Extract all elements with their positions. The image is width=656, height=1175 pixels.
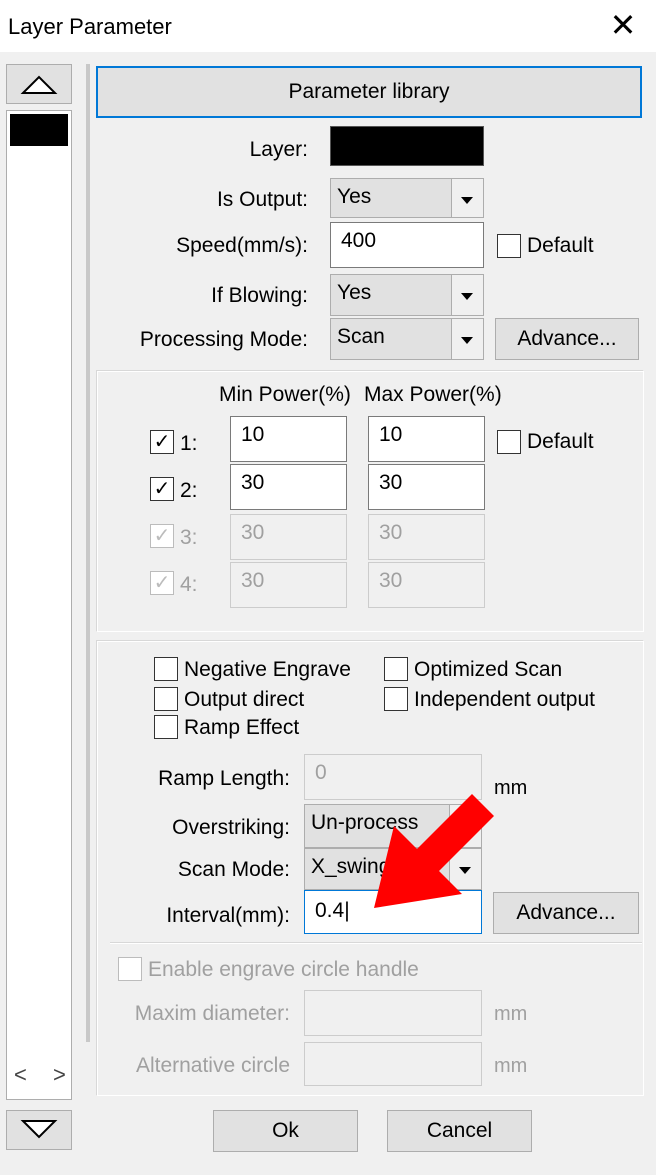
overstriking-label: Overstriking: — [172, 816, 290, 839]
alternative-circle-label: Alternative circle — [135, 1054, 290, 1077]
power-row-4-checkbox[interactable]: ✓ — [150, 571, 174, 595]
power-row-4-label: 4: — [180, 573, 198, 596]
chevron-down-icon[interactable] — [452, 178, 484, 218]
is-output-value: Yes — [330, 178, 452, 218]
scroll-down-button[interactable] — [6, 1110, 72, 1150]
alternative-circle-input[interactable] — [304, 1042, 482, 1086]
sidebar-scrollbar[interactable] — [86, 64, 90, 1042]
processing-mode-label: Processing Mode: — [139, 328, 308, 351]
interval-value: 0.4 — [315, 899, 345, 922]
speed-default-checkbox[interactable] — [497, 234, 521, 258]
horizontal-scroll-arrows[interactable]: < > — [14, 1062, 76, 1088]
ramp-effect-label: Ramp Effect — [184, 716, 300, 739]
power-row-1-checkbox[interactable]: ✓ — [150, 430, 174, 454]
interval-advance-label: Advance... — [516, 901, 616, 924]
output-direct-checkbox[interactable] — [154, 687, 178, 711]
maxim-diameter-label: Maxim diameter: — [134, 1002, 290, 1025]
maxim-diameter-unit: mm — [494, 1003, 528, 1025]
power-row-3-checkbox[interactable]: ✓ — [150, 524, 174, 548]
speed-default-label: Default — [527, 234, 594, 257]
section-divider — [110, 942, 642, 944]
layer-color-swatch[interactable] — [330, 126, 484, 166]
power-row-2-label: 2: — [180, 479, 198, 502]
processing-mode-select[interactable]: Scan — [330, 318, 484, 360]
scroll-up-button[interactable] — [6, 64, 72, 104]
power-row-3-max-input[interactable]: 30 — [368, 514, 485, 560]
layer-list[interactable] — [6, 110, 72, 1100]
speed-input[interactable]: 400 — [330, 222, 484, 268]
processing-advance-button[interactable]: Advance... — [495, 318, 639, 360]
close-icon[interactable]: ✕ — [608, 8, 638, 42]
power-row-1-min-input[interactable]: 10 — [230, 416, 347, 462]
optimized-scan-checkbox[interactable] — [384, 657, 408, 681]
negative-engrave-checkbox[interactable] — [154, 657, 178, 681]
chevron-down-icon[interactable] — [452, 274, 484, 316]
triangle-down-icon — [20, 1120, 58, 1139]
power-row-2-max-input[interactable]: 30 — [368, 464, 485, 510]
processing-mode-value: Scan — [330, 318, 452, 360]
if-blowing-value: Yes — [330, 274, 452, 316]
scan-mode-label: Scan Mode: — [177, 858, 290, 881]
cancel-label: Cancel — [426, 1119, 493, 1142]
window-title: Layer Parameter — [8, 14, 172, 39]
triangle-up-icon — [20, 75, 58, 94]
ramp-effect-checkbox[interactable] — [154, 715, 178, 739]
independent-output-checkbox[interactable] — [384, 687, 408, 711]
output-direct-label: Output direct — [184, 688, 305, 711]
ok-button[interactable]: Ok — [213, 1110, 358, 1152]
chevron-down-icon[interactable] — [452, 318, 484, 360]
power-default-checkbox[interactable] — [497, 430, 521, 454]
parameter-library-label: Parameter library — [288, 80, 450, 103]
independent-output-label: Independent output — [414, 688, 596, 711]
alternative-circle-unit: mm — [494, 1055, 528, 1077]
ramp-length-label: Ramp Length: — [158, 767, 290, 790]
engrave-circle-label: Enable engrave circle handle — [148, 958, 419, 981]
power-row-1-max-input[interactable]: 10 — [368, 416, 485, 462]
optimized-scan-label: Optimized Scan — [414, 658, 563, 681]
red-arrow-annotation-icon — [374, 794, 494, 908]
maxim-diameter-input[interactable] — [304, 990, 482, 1036]
if-blowing-label: If Blowing: — [211, 284, 308, 307]
engrave-circle-checkbox[interactable] — [118, 957, 142, 981]
layer-list-item[interactable] — [10, 114, 68, 146]
interval-advance-button[interactable]: Advance... — [493, 892, 639, 934]
parameter-library-button[interactable]: Parameter library — [96, 66, 642, 118]
power-row-2-checkbox[interactable]: ✓ — [150, 477, 174, 501]
negative-engrave-label: Negative Engrave — [184, 658, 351, 681]
power-row-3-min-input[interactable]: 30 — [230, 514, 347, 560]
power-row-4-min-input[interactable]: 30 — [230, 562, 347, 608]
layer-label: Layer: — [249, 138, 308, 161]
power-row-2-min-input[interactable]: 30 — [230, 464, 347, 510]
processing-advance-label: Advance... — [517, 327, 617, 350]
power-row-3-label: 3: — [180, 526, 198, 549]
is-output-label: Is Output: — [216, 188, 308, 211]
speed-label: Speed(mm/s): — [176, 234, 308, 257]
is-output-select[interactable]: Yes — [330, 178, 484, 218]
max-power-header: Max Power(%) — [364, 383, 502, 406]
power-default-label: Default — [527, 430, 594, 453]
if-blowing-select[interactable]: Yes — [330, 274, 484, 316]
power-row-1-label: 1: — [180, 432, 198, 455]
cancel-button[interactable]: Cancel — [387, 1110, 532, 1152]
min-power-header: Min Power(%) — [219, 383, 351, 406]
interval-label: Interval(mm): — [166, 904, 290, 927]
text-cursor: | — [344, 899, 350, 922]
power-row-4-max-input[interactable]: 30 — [368, 562, 485, 608]
ok-label: Ok — [272, 1119, 299, 1142]
